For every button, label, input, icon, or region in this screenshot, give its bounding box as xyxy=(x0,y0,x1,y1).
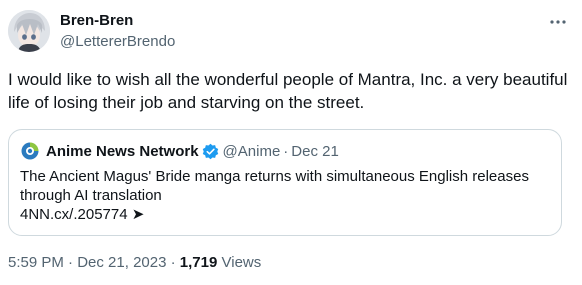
verified-badge-icon xyxy=(202,143,218,159)
quoted-tweet-card[interactable]: Anime News Network @Anime · Dec 21 The A… xyxy=(8,129,562,236)
quote-text: The Ancient Magus' Bride manga returns w… xyxy=(20,168,529,204)
quote-link[interactable]: 4NN.cx/.205774 ➤ xyxy=(20,205,550,224)
more-options-button[interactable] xyxy=(548,12,568,32)
author-display-name[interactable]: Bren-Bren xyxy=(60,11,175,31)
views-label: Views xyxy=(221,254,262,271)
avatar-image xyxy=(8,10,50,52)
quote-date[interactable]: Dec 21 xyxy=(291,143,339,160)
anime-news-network-logo xyxy=(20,141,40,161)
author-info: Bren-Bren @LettererBrendo xyxy=(60,11,175,52)
quote-author-handle[interactable]: @Anime xyxy=(223,143,281,160)
more-horizontal-icon xyxy=(550,20,566,24)
tweet-text: I would like to wish all the wonderful p… xyxy=(8,70,568,112)
quote-header: Anime News Network @Anime · Dec 21 xyxy=(20,140,339,162)
meta-separator: · xyxy=(68,254,74,271)
quote-body: The Ancient Magus' Bride manga returns w… xyxy=(20,167,550,224)
meta-separator-2: · xyxy=(170,254,176,271)
tweet-date[interactable]: Dec 21, 2023 xyxy=(77,254,166,271)
quote-author-name[interactable]: Anime News Network xyxy=(46,143,199,160)
avatar[interactable] xyxy=(8,10,50,52)
author-handle[interactable]: @LettererBrendo xyxy=(60,32,175,52)
quote-separator: · xyxy=(283,142,289,160)
views-count: 1,719 xyxy=(179,254,218,271)
tweet-metadata: 5:59 PM · Dec 21, 2023 · 1,719 Views xyxy=(8,254,261,271)
tweet: Bren-Bren @LettererBrendo I would like t… xyxy=(0,0,582,285)
tweet-time[interactable]: 5:59 PM xyxy=(8,254,64,271)
